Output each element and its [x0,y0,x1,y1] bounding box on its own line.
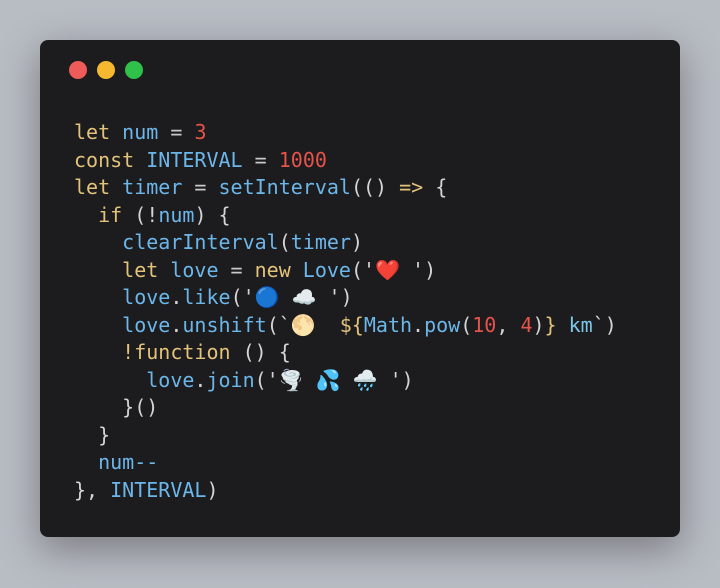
code-token: (! [122,202,159,227]
window-controls [69,61,143,79]
code-line: !function () { [74,339,617,367]
code-token: 🌪️ 💦 🌧️ [278,367,390,392]
code-token: num-- [98,450,159,474]
code-token: love [158,257,231,282]
code-token: { [423,175,448,199]
code-token: let [122,257,159,282]
code-token: 4 [520,312,533,337]
code-token: const [74,147,135,172]
code-token: ) [532,312,545,337]
code-token: . [194,367,207,392]
code-token: clearInterval [122,230,279,254]
code-token: num [158,202,195,227]
code-token: (() [350,175,400,199]
code-block: let num = 3 const INTERVAL = 1000 let time… [74,119,617,504]
code-token: INTERVAL [110,477,207,502]
code-token: ') [389,367,414,392]
code-token: . [170,285,183,309]
code-line: love.like('🔵 ☁️ ') [74,284,617,312]
code-token: ( [460,312,473,337]
code-token: love [122,285,171,309]
code-token: 1000 [278,147,327,172]
code-token: ) { [194,202,231,227]
code-token: !function [122,340,231,364]
code-token: ) [350,230,364,254]
code-token: } [98,422,111,447]
code-token: }, [74,477,111,502]
code-token: Love [290,257,351,282]
code-token: 🌕 [290,312,340,337]
code-token: = [194,175,219,199]
code-token: if [98,202,123,227]
code-token: () { [230,340,291,364]
code-token: = [230,257,255,282]
code-token: (' [350,257,376,282]
code-token: => [399,175,424,199]
code-token: 10 [472,312,497,337]
code-token: ) [206,477,219,502]
code-line: let love = new Love('❤️ ') [74,257,617,285]
code-token: ( [278,230,291,254]
code-token: 🔵 ☁️ [254,285,329,309]
code-window: let num = 3 const INTERVAL = 1000 let time… [40,40,680,537]
code-token: new [254,257,291,282]
code-line: love.unshift(`🌕 ${Math.pow(10, 4)} km`) [74,312,617,340]
close-icon[interactable] [69,61,87,79]
code-token: INTERVAL [134,147,255,172]
code-token: ') [328,285,353,309]
code-line: } [74,422,617,450]
code-token: love [122,312,171,337]
code-line: let num = 3 [74,119,617,147]
code-line: num-- [74,449,617,477]
code-token: timer [290,230,351,254]
code-line: if (!num) { [74,202,617,230]
code-token: (` [266,312,291,337]
code-token: love [146,367,195,392]
code-token: . [412,312,425,337]
code-token: like [182,285,231,309]
code-token: , [496,312,521,337]
code-line: clearInterval(timer) [74,229,617,257]
code-token: Math [363,312,413,337]
code-token: unshift [182,312,267,337]
code-line: const INTERVAL = 1000 [74,147,617,175]
code-token: let [74,175,111,199]
code-token: timer [110,175,195,199]
code-line: love.join('🌪️ 💦 🌧️ ') [74,367,617,395]
code-token: ${ [339,312,364,337]
code-token: 3 [194,120,207,144]
code-token: join [206,367,255,392]
code-token: `) [592,312,617,337]
code-token: km [556,312,593,337]
code-line: let timer = setInterval(() => { [74,174,617,202]
code-line: }() [74,394,617,422]
code-token: setInterval [218,175,351,199]
code-token: let [74,120,111,144]
code-token: pow [424,312,461,337]
code-token: ❤️ [375,257,413,282]
code-token: num [110,120,171,144]
code-token: (' [254,367,279,392]
code-token: . [170,312,183,337]
minimize-icon[interactable] [97,61,115,79]
maximize-icon[interactable] [125,61,143,79]
code-token: } [544,312,557,337]
code-token: = [254,147,279,172]
code-line: }, INTERVAL) [74,477,617,505]
code-token: ') [412,257,437,282]
code-token: }() [122,395,159,419]
code-token: (' [230,285,255,309]
code-token: = [170,120,195,144]
